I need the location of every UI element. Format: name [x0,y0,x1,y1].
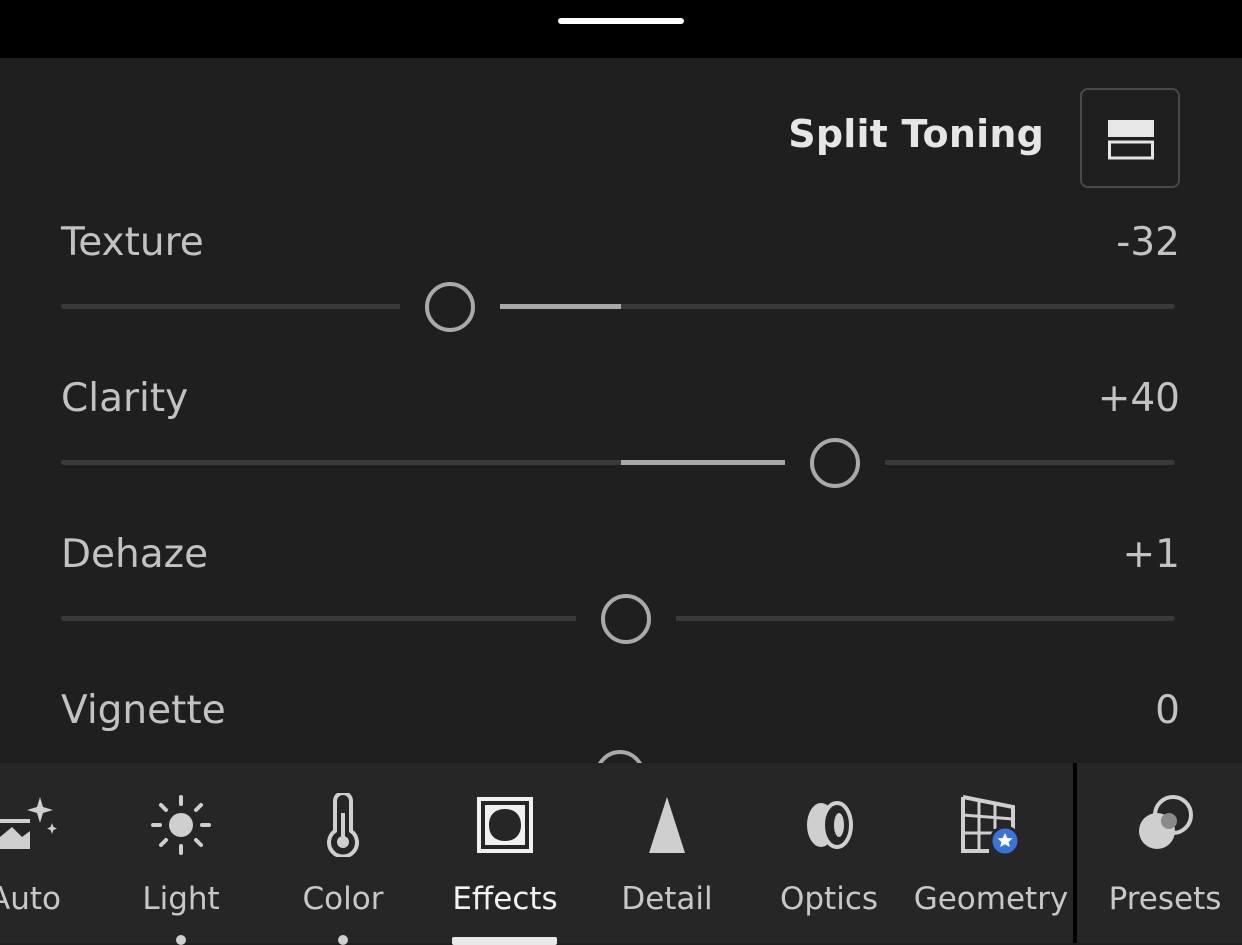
thermometer-icon [327,793,359,857]
edit-toolbar: Auto Light Color Effects [0,763,1242,945]
clarity-label: Clarity [61,376,189,421]
texture-value[interactable]: -32 [1116,220,1180,265]
split-view-icon [1108,120,1154,160]
slider-row-vignette: Vignette 0 [0,688,1242,763]
tool-detail[interactable]: Detail [602,763,732,943]
vignette-frame-icon [477,797,533,853]
tool-optics[interactable]: Optics [764,763,894,943]
tool-geometry-label: Geometry [913,881,1069,917]
tool-color[interactable]: Color [278,763,408,945]
clarity-value[interactable]: +40 [1098,376,1180,421]
split-toning-label[interactable]: Split Toning [788,112,1044,156]
active-tab-indicator [452,937,557,945]
slider-row-texture: Texture -32 [0,220,1242,376]
dehaze-label: Dehaze [61,532,209,577]
slider-row-clarity: Clarity +40 [0,376,1242,532]
cone-icon [649,797,685,853]
tool-presets[interactable]: Presets [1100,763,1230,943]
clarity-slider-track[interactable] [61,435,1175,491]
sun-icon [151,795,211,855]
dehaze-slider-knob[interactable] [601,594,651,644]
tool-light-adjusted-dot [176,935,186,945]
split-toning-button[interactable] [1080,88,1180,188]
clarity-slider-knob[interactable] [810,438,860,488]
vignette-label: Vignette [61,688,226,733]
sheet-grab-handle[interactable] [558,18,684,24]
tool-presets-label: Presets [1108,881,1222,917]
perspective-grid-icon [961,795,1021,857]
tool-light[interactable]: Light [116,763,246,945]
texture-slider-knob[interactable] [425,282,475,332]
tool-auto[interactable]: Auto [0,763,90,943]
presets-circles-icon [1139,795,1193,849]
auto-sparkle-icon [0,797,57,849]
tool-effects[interactable]: Effects [440,763,570,943]
tool-color-adjusted-dot [338,935,348,945]
vignette-value[interactable]: 0 [1155,688,1180,733]
dehaze-value[interactable]: +1 [1123,532,1181,577]
tool-geometry[interactable]: Geometry [914,763,1068,943]
texture-label: Texture [61,220,204,265]
dehaze-slider-track[interactable] [61,591,1175,647]
effects-panel: Split Toning Texture -32 Clarity +40 Deh… [0,58,1242,763]
lens-icon [807,801,853,849]
slider-row-dehaze: Dehaze +1 [0,532,1242,688]
texture-slider-track[interactable] [61,279,1175,335]
top-bar [0,0,1242,58]
